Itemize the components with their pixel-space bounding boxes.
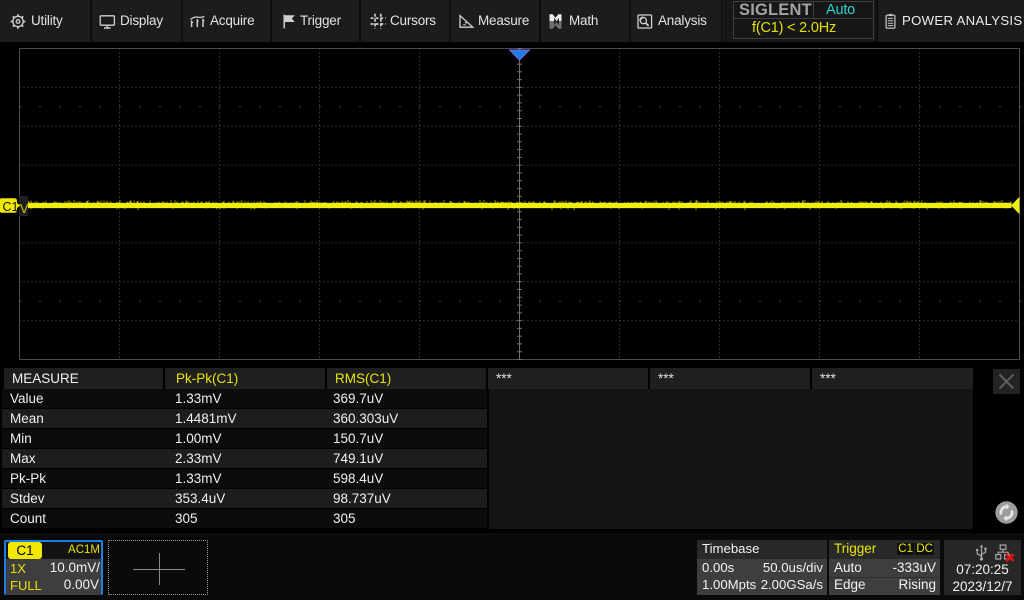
svg-text:V: V bbox=[20, 202, 29, 216]
svg-text:C1: C1 bbox=[3, 200, 19, 214]
